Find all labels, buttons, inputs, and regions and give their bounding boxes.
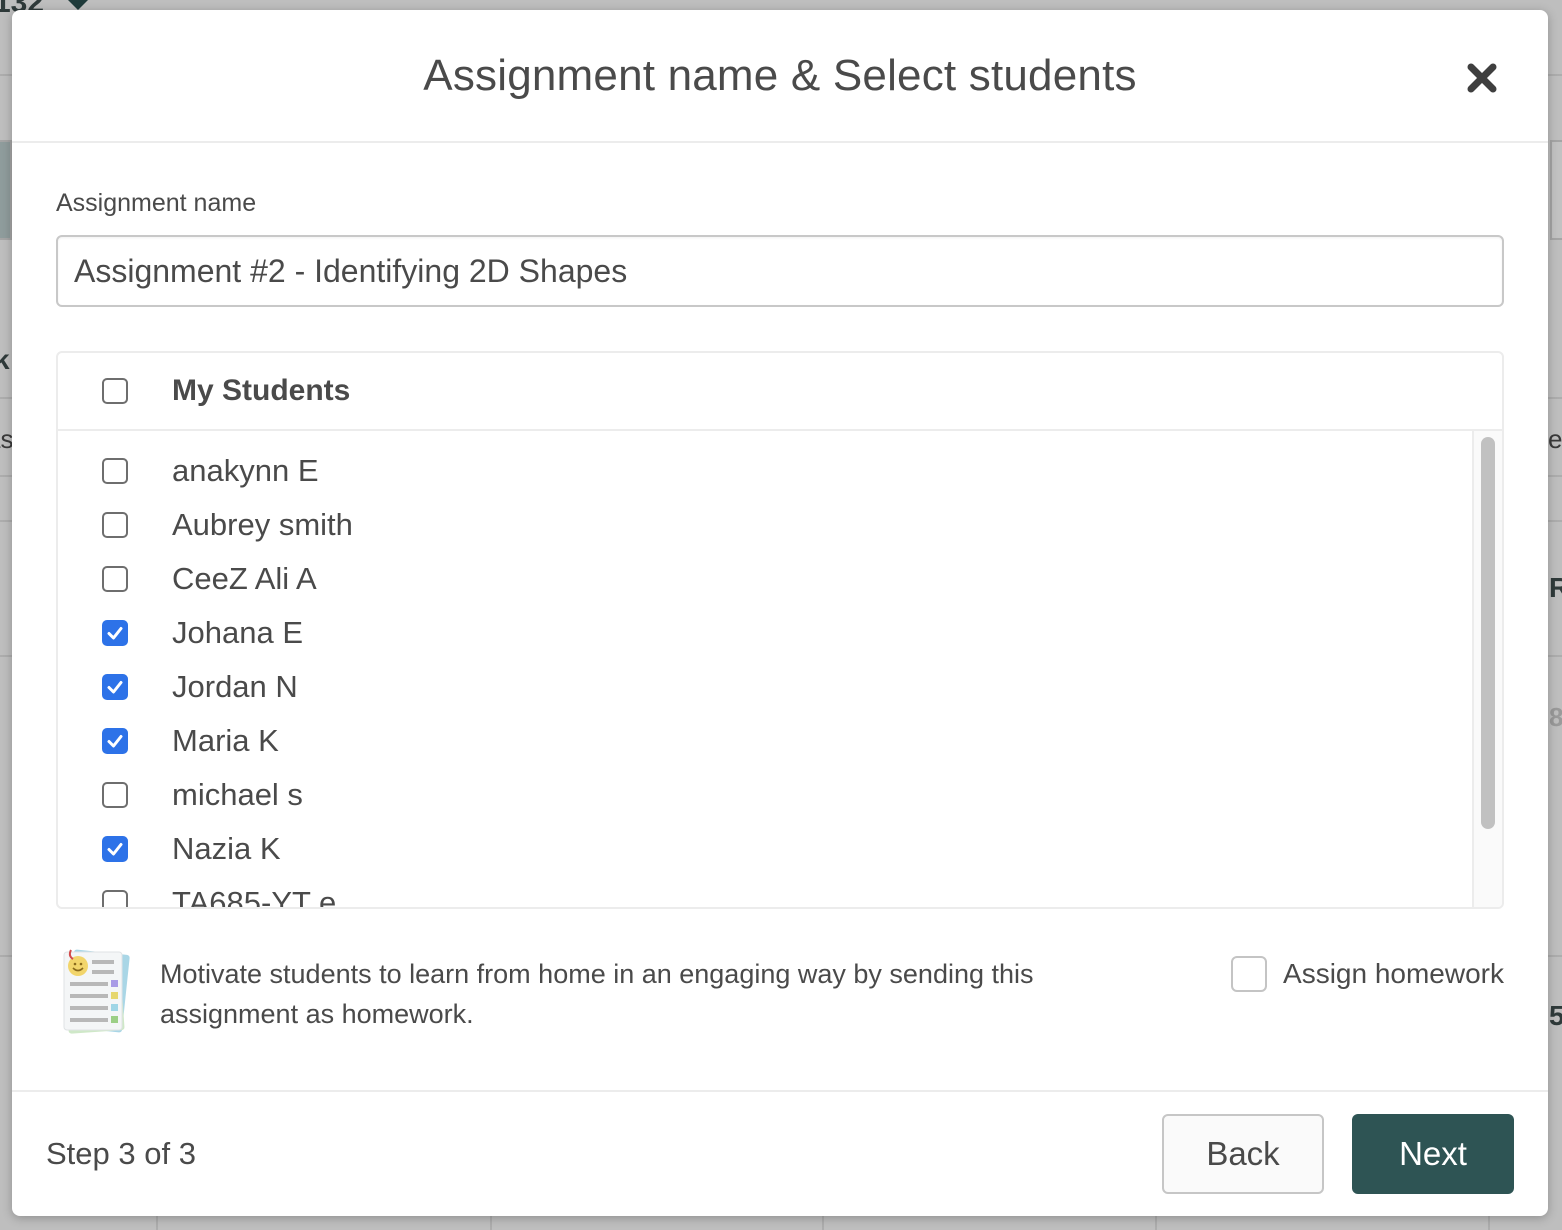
student-row[interactable]: Maria K: [58, 714, 1502, 768]
modal-footer: Step 3 of 3 Back Next: [12, 1090, 1548, 1216]
close-icon: [1467, 63, 1497, 93]
student-checkbox[interactable]: [102, 674, 128, 700]
step-indicator: Step 3 of 3: [46, 1136, 196, 1171]
student-name: TA685-YT e: [172, 885, 337, 907]
check-icon: [107, 681, 123, 694]
background-panel: [1550, 140, 1562, 240]
student-checkbox[interactable]: [102, 512, 128, 538]
student-row[interactable]: Jordan N: [58, 660, 1502, 714]
background-text: R: [1549, 572, 1562, 603]
check-icon: [107, 735, 123, 748]
student-checkbox[interactable]: [102, 890, 128, 907]
assign-homework-toggle[interactable]: Assign homework: [1231, 956, 1504, 992]
students-panel: My Students anakynn E Aubrey smith CeeZ Al…: [56, 351, 1504, 909]
back-button[interactable]: Back: [1162, 1114, 1324, 1194]
student-checkbox[interactable]: [102, 458, 128, 484]
background-text: e: [1548, 424, 1562, 454]
check-icon: [107, 843, 123, 856]
background-panel: [0, 140, 12, 240]
student-name: anakynn E: [172, 453, 319, 488]
assign-homework-checkbox[interactable]: [1231, 956, 1268, 992]
next-button[interactable]: Next: [1352, 1114, 1514, 1194]
student-name: Johana E: [172, 615, 303, 650]
student-row[interactable]: Nazia K: [58, 822, 1502, 876]
background-text: k: [0, 344, 10, 375]
student-checkbox[interactable]: [102, 728, 128, 754]
homework-description: Motivate students to learn from home in …: [160, 959, 1034, 1029]
check-icon: [107, 627, 123, 640]
homework-section: Motivate students to learn from home in …: [56, 946, 1504, 1036]
assignment-modal: Assignment name & Select students Assign…: [12, 10, 1548, 1216]
student-name: Jordan N: [172, 669, 298, 704]
student-row[interactable]: michael s: [58, 768, 1502, 822]
assignment-name-label: Assignment name: [56, 189, 257, 217]
dropdown-caret-icon: [68, 0, 88, 10]
students-header: My Students: [58, 353, 1502, 431]
student-name: Nazia K: [172, 831, 281, 866]
students-header-label: My Students: [172, 374, 351, 407]
close-button[interactable]: [1464, 60, 1500, 96]
student-name: CeeZ Ali A: [172, 561, 317, 596]
student-checkbox[interactable]: [102, 782, 128, 808]
students-list: anakynn E Aubrey smith CeeZ Ali A Johana E J…: [58, 431, 1502, 907]
homework-document-icon: [63, 949, 130, 1034]
student-checkbox[interactable]: [102, 620, 128, 646]
student-row[interactable]: Johana E: [58, 606, 1502, 660]
student-name: Aubrey smith: [172, 507, 353, 542]
student-row[interactable]: anakynn E: [58, 444, 1502, 498]
student-checkbox[interactable]: [102, 836, 128, 862]
modal-title: Assignment name & Select students: [423, 50, 1137, 100]
student-name: Maria K: [172, 723, 279, 758]
assignment-name-input[interactable]: [56, 235, 1504, 307]
student-row[interactable]: TA685-YT e: [58, 876, 1502, 907]
student-row[interactable]: CeeZ Ali A: [58, 552, 1502, 606]
background-text: 8: [1549, 702, 1562, 732]
student-name: michael s: [172, 777, 303, 812]
scrollbar-thumb[interactable]: [1481, 437, 1495, 829]
student-checkbox[interactable]: [102, 566, 128, 592]
background-text: 5: [1549, 1000, 1562, 1031]
select-all-checkbox[interactable]: [102, 378, 128, 404]
assign-homework-label: Assign homework: [1283, 958, 1504, 989]
modal-header: Assignment name & Select students: [12, 10, 1548, 143]
student-row[interactable]: Aubrey smith: [58, 498, 1502, 552]
scrollbar-track[interactable]: [1472, 431, 1502, 907]
